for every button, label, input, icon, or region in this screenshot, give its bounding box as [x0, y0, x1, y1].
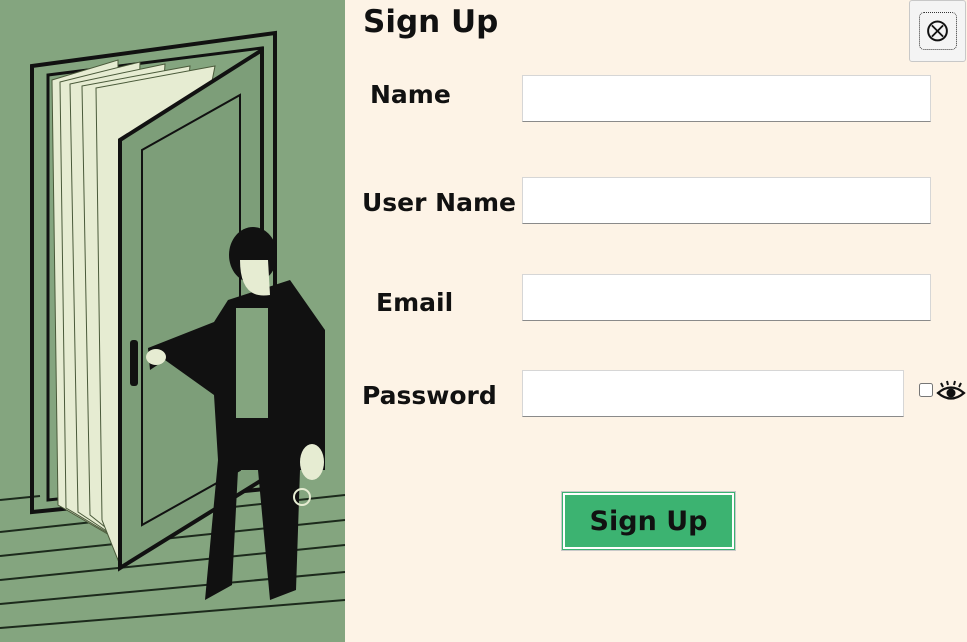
signup-panel: Sign Up ⨂ Name User Name Email Password … — [345, 0, 967, 642]
eye-icon[interactable] — [936, 380, 966, 404]
email-label: Email — [376, 288, 454, 317]
email-input[interactable] — [522, 274, 931, 321]
username-input[interactable] — [522, 177, 931, 224]
book-door-illustration — [0, 0, 345, 642]
name-label: Name — [370, 80, 451, 109]
signup-button[interactable]: Sign Up — [561, 491, 736, 551]
password-label: Password — [362, 381, 497, 410]
show-password-checkbox[interactable] — [919, 383, 933, 397]
username-label: User Name — [362, 188, 516, 217]
name-input[interactable] — [522, 75, 931, 122]
page-title: Sign Up — [363, 4, 499, 40]
close-button[interactable]: ⨂ — [909, 0, 966, 62]
close-icon: ⨂ — [918, 12, 957, 50]
password-input[interactable] — [522, 370, 904, 417]
illustration — [0, 0, 345, 642]
